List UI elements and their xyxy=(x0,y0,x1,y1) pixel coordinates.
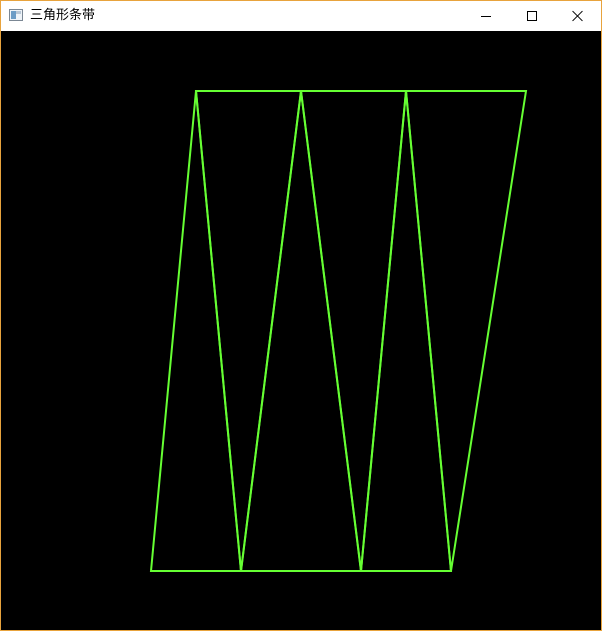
strip-triangle-6 xyxy=(404,90,528,572)
title-bar[interactable]: 三角形条带 xyxy=(1,1,601,31)
strip-triangle-5 xyxy=(359,90,453,572)
strip-triangle-4 xyxy=(299,90,408,572)
strip-triangle-1 xyxy=(149,90,243,572)
strip-triangle-3 xyxy=(239,90,363,572)
render-canvas[interactable] xyxy=(1,31,601,630)
maximize-button[interactable] xyxy=(509,1,555,31)
app-window-icon xyxy=(9,9,23,21)
close-button[interactable] xyxy=(555,1,601,31)
window-title: 三角形条带 xyxy=(30,8,96,23)
close-icon xyxy=(572,10,584,22)
app-window: 三角形条带 xyxy=(0,0,602,631)
window-controls xyxy=(463,1,601,31)
minimize-icon xyxy=(481,16,491,17)
triangle-strip-drawing xyxy=(149,90,528,572)
maximize-icon xyxy=(527,11,537,21)
strip-triangle-2 xyxy=(194,90,303,572)
minimize-button[interactable] xyxy=(463,1,509,31)
